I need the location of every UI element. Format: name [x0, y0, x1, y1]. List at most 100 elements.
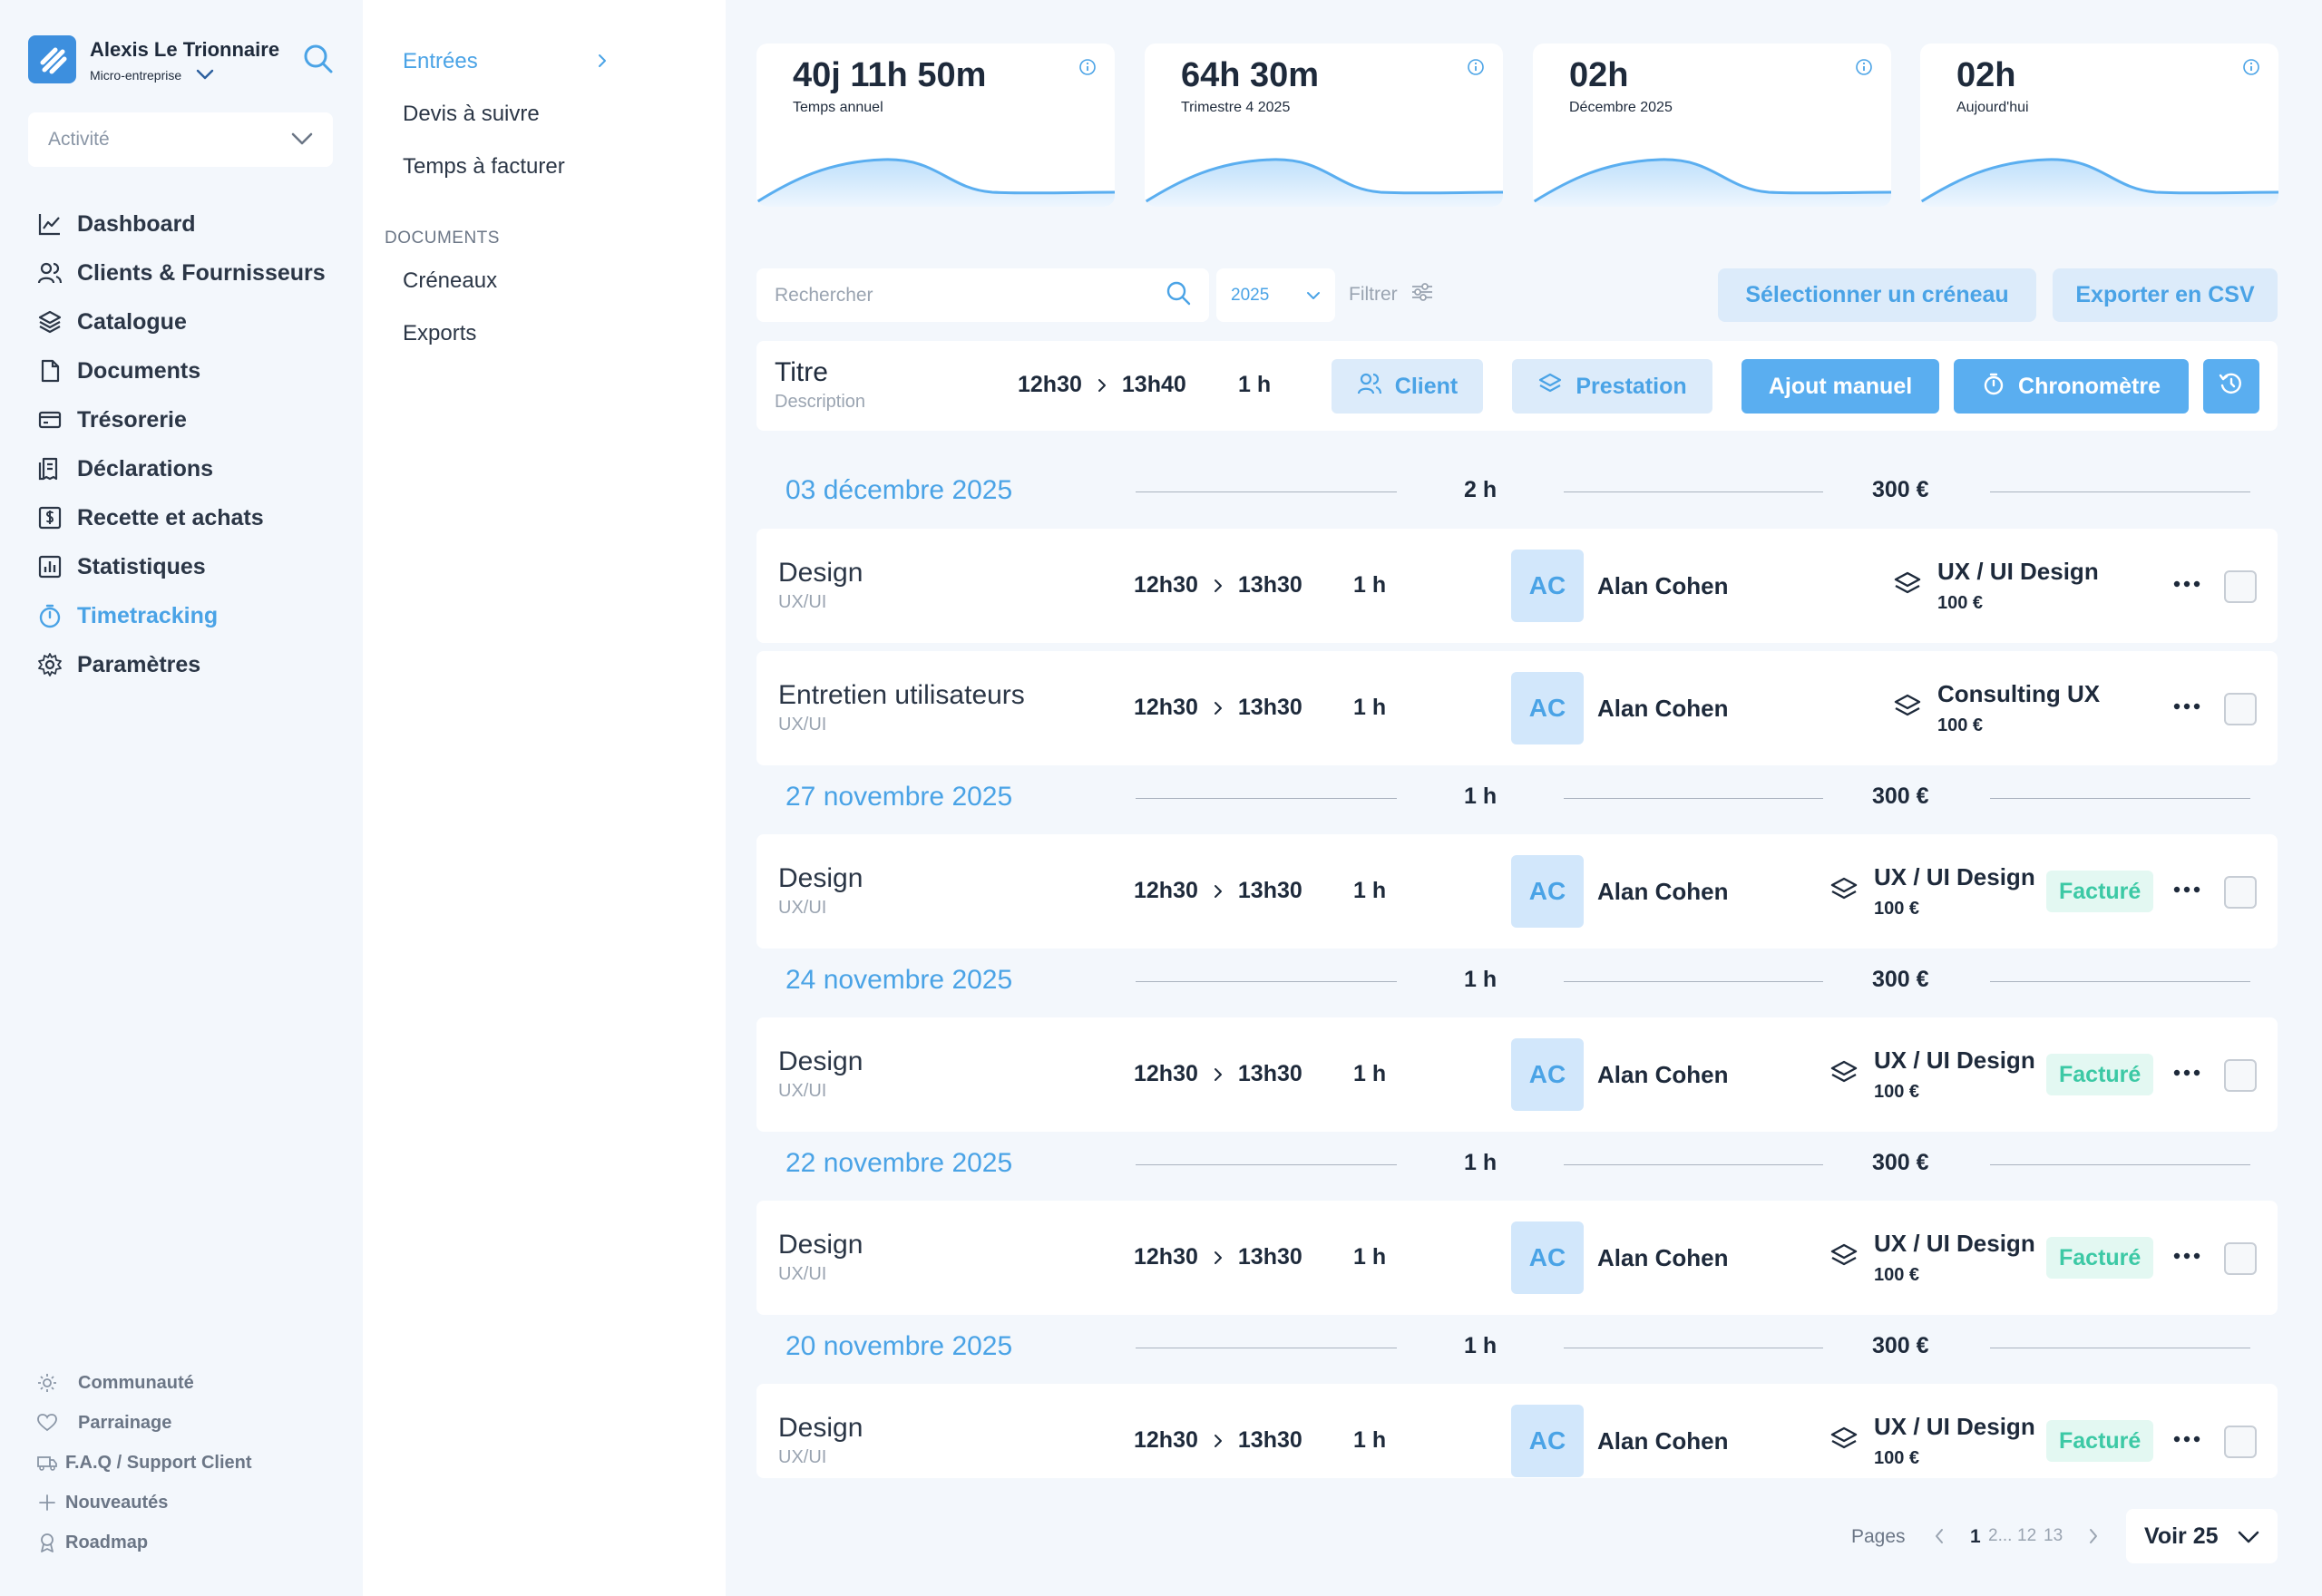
- users-icon: [1357, 372, 1382, 402]
- stat-label: Aujourd'hui: [1956, 100, 2029, 115]
- group-duration: 2 h: [1464, 477, 1498, 502]
- row-checkbox[interactable]: [2224, 693, 2257, 725]
- nav-item-statistiques[interactable]: Statistiques: [36, 542, 326, 591]
- link-communaute[interactable]: Communauté: [36, 1363, 252, 1403]
- link-roadmap[interactable]: Roadmap: [36, 1523, 252, 1562]
- truck-icon: [36, 1452, 58, 1474]
- entry-start: 12h30: [1134, 695, 1198, 720]
- more-options-icon[interactable]: [2173, 1065, 2200, 1081]
- manual-add-button[interactable]: Ajout manuel: [1742, 359, 1939, 414]
- search-icon[interactable]: [1166, 280, 1191, 310]
- service-info: UX / UI Design 100 €: [1829, 1413, 2035, 1469]
- nav-item-documents[interactable]: Documents: [36, 346, 326, 395]
- sparkline-chart: [756, 158, 1115, 207]
- entry-title: Design: [778, 1230, 863, 1260]
- info-icon[interactable]: [2242, 58, 2260, 81]
- chevron-right-icon: [1213, 578, 1224, 594]
- chevron-left-icon[interactable]: [1934, 1527, 1945, 1550]
- stat-card-annual: 40j 11h 50m Temps annuel: [756, 44, 1115, 207]
- more-options-icon[interactable]: [2173, 1248, 2200, 1264]
- nav-item-dashboard[interactable]: Dashboard: [36, 200, 326, 248]
- per-page-value: Voir 25: [2144, 1523, 2219, 1549]
- nav-item-tresorerie[interactable]: Trésorerie: [36, 395, 326, 444]
- entry-duration: 1 h: [1353, 1427, 1387, 1453]
- description-input[interactable]: Description: [775, 392, 865, 413]
- layers-icon: [1829, 1241, 1859, 1271]
- nav-item-label: Déclarations: [77, 455, 214, 482]
- more-options-icon[interactable]: [2173, 698, 2200, 715]
- page-link[interactable]: 13: [2044, 1526, 2063, 1546]
- subnav-item-devis[interactable]: Devis à suivre: [403, 102, 540, 127]
- entry-composer: Titre Description 12h30 13h40 1 h Client…: [756, 341, 2278, 431]
- layers-icon: [1892, 569, 1923, 599]
- select-slot-button[interactable]: Sélectionner un créneau: [1718, 268, 2036, 322]
- row-checkbox[interactable]: [2224, 876, 2257, 909]
- entry-row[interactable]: Design UX/UI 12h30 13h30 1 h AC Alan Cohe…: [756, 834, 2278, 949]
- nav-item-label: Documents: [77, 357, 201, 384]
- entry-start: 12h30: [1134, 1427, 1198, 1453]
- entry-row[interactable]: Design UX/UI 12h30 13h30 1 h AC Alan Cohe…: [756, 1017, 2278, 1132]
- row-checkbox[interactable]: [2224, 1059, 2257, 1092]
- entry-row[interactable]: Entretien utilisateurs UX/UI 12h30 13h30 …: [756, 651, 2278, 765]
- search-icon[interactable]: [302, 43, 335, 80]
- entry-row[interactable]: Design UX/UI 12h30 13h30 1 h AC Alan Cohe…: [756, 1201, 2278, 1315]
- per-page-select[interactable]: Voir 25: [2126, 1509, 2278, 1563]
- export-csv-button[interactable]: Exporter en CSV: [2053, 268, 2278, 322]
- entry-row[interactable]: Design UX/UI 12h30 13h30 1 h AC Alan Cohe…: [756, 1384, 2278, 1478]
- brand[interactable]: Alexis Le Trionnaire Micro-entreprise: [28, 35, 279, 83]
- page-current[interactable]: 1: [1970, 1526, 1981, 1548]
- timer-button-label: Chronomètre: [2018, 373, 2161, 399]
- link-label: Roadmap: [65, 1532, 149, 1552]
- entry-row[interactable]: Design UX/UI 12h30 13h30 1 h AC Alan Cohe…: [756, 529, 2278, 643]
- more-options-icon[interactable]: [2173, 881, 2200, 898]
- service-button[interactable]: Prestation: [1512, 359, 1712, 414]
- stopwatch-icon: [1982, 371, 2005, 403]
- link-faq[interactable]: F.A.Q / Support Client: [36, 1443, 252, 1483]
- start-time-input[interactable]: 12h30: [1018, 372, 1082, 398]
- info-icon[interactable]: [1855, 58, 1873, 81]
- timer-button[interactable]: Chronomètre: [1954, 359, 2189, 414]
- nav-item-recette[interactable]: Recette et achats: [36, 493, 326, 542]
- history-button[interactable]: [2203, 359, 2259, 414]
- page-link[interactable]: 12: [2017, 1526, 2036, 1546]
- filter-button[interactable]: Filtrer: [1349, 281, 1434, 308]
- client-button[interactable]: Client: [1332, 359, 1483, 414]
- entry-end: 13h30: [1237, 1427, 1302, 1453]
- year-select-value: 2025: [1231, 285, 1270, 305]
- chevron-right-icon[interactable]: [2088, 1527, 2099, 1550]
- layers-icon: [1829, 1057, 1859, 1088]
- nav-item-declarations[interactable]: Déclarations: [36, 444, 326, 493]
- nav-item-catalogue[interactable]: Catalogue: [36, 297, 326, 346]
- activity-select[interactable]: Activité: [28, 112, 333, 167]
- title-input[interactable]: Titre: [775, 357, 828, 388]
- nav-item-clients[interactable]: Clients & Fournisseurs: [36, 248, 326, 297]
- info-icon[interactable]: [1078, 58, 1097, 81]
- separator-line: [1136, 798, 1397, 799]
- chevron-down-icon[interactable]: [196, 68, 214, 83]
- more-options-icon[interactable]: [2173, 1431, 2200, 1447]
- status-badge: Facturé: [2046, 1237, 2154, 1279]
- row-checkbox[interactable]: [2224, 1242, 2257, 1275]
- subnav-item-creneaux[interactable]: Créneaux: [403, 268, 497, 294]
- search-input[interactable]: [775, 284, 1137, 307]
- nav-item-parametres[interactable]: Paramètres: [36, 640, 326, 689]
- subnav-item-temps-a-facturer[interactable]: Temps à facturer: [403, 154, 565, 180]
- date-separator: 03 décembre 2025 2 h 300 €: [756, 464, 2278, 519]
- row-checkbox[interactable]: [2224, 570, 2257, 603]
- group-duration: 1 h: [1464, 1150, 1498, 1175]
- subnav-item-entrees[interactable]: Entrées: [403, 49, 606, 74]
- date-separator: 22 novembre 2025 1 h 300 €: [756, 1137, 2278, 1192]
- link-nouveautes[interactable]: Nouveautés: [36, 1483, 252, 1523]
- subnav-item-exports[interactable]: Exports: [403, 321, 476, 346]
- link-parrainage[interactable]: Parrainage: [36, 1403, 252, 1443]
- link-label: F.A.Q / Support Client: [65, 1452, 252, 1473]
- nav-item-timetracking[interactable]: Timetracking: [36, 591, 326, 640]
- year-select[interactable]: 2025: [1216, 268, 1335, 322]
- award-icon: [36, 1532, 58, 1553]
- info-icon[interactable]: [1467, 58, 1485, 81]
- page-link[interactable]: 2...: [1988, 1526, 2012, 1546]
- end-time-input[interactable]: 13h40: [1122, 372, 1186, 398]
- layers-icon: [1537, 372, 1563, 402]
- more-options-icon[interactable]: [2173, 576, 2200, 592]
- row-checkbox[interactable]: [2224, 1426, 2257, 1458]
